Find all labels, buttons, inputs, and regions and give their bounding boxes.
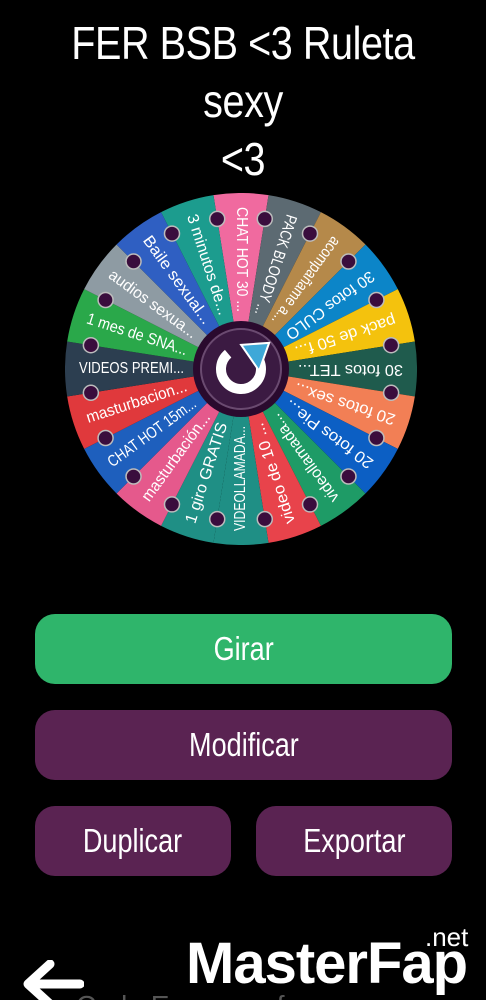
export-button[interactable]: Exportar — [256, 806, 452, 876]
title-line-1: FER BSB <3 Ruleta sexy — [71, 17, 415, 127]
modify-button-label: Modificar — [188, 726, 299, 763]
modify-button[interactable]: Modificar — [35, 710, 452, 780]
wheel-peg — [368, 429, 385, 447]
wheel-peg — [256, 210, 274, 228]
export-button-label: Exportar — [302, 822, 406, 859]
wheel-peg — [125, 468, 142, 485]
wheel-peg — [163, 496, 181, 513]
wheel-peg — [382, 336, 400, 354]
wheel-peg — [208, 510, 226, 528]
wheel-peg — [382, 384, 400, 402]
wheel-peg — [368, 291, 385, 309]
roulette-wheel[interactable]: CHAT HOT 30 ... PACK BLOODY ... acompañame… — [65, 193, 417, 545]
wheel-peg — [82, 384, 100, 402]
wheel-peg — [125, 253, 142, 270]
wheel-segment-label: CHAT HOT 30 ... — [233, 207, 250, 312]
spin-button-label: Girar — [213, 630, 274, 667]
wheel-peg — [97, 429, 114, 447]
wheel-peg — [163, 225, 181, 242]
wheel-segment-label: 30 fotos TET... — [298, 361, 403, 378]
duplicate-button[interactable]: Duplicar — [35, 806, 231, 876]
footer: Cada Escena, ¿fue... MasterFap .net — [0, 920, 486, 1000]
duplicate-button-label: Duplicar — [83, 822, 183, 859]
wheel-graphic[interactable]: CHAT HOT 30 ...PACK BLOODY ...acompañame… — [65, 193, 417, 545]
arrow-left-icon[interactable] — [20, 960, 84, 1000]
spin-button[interactable]: Girar — [35, 614, 452, 684]
wheel-peg — [97, 291, 114, 309]
wheel-peg — [208, 210, 226, 228]
wheel-segment-label: VIDEOLLAMADA... — [232, 426, 249, 531]
app-screen: FER BSB <3 Ruleta sexy <3 CHAT HOT 30 ..… — [0, 0, 486, 1000]
wheel-segment-label: VIDEOS PREMI... — [79, 360, 184, 377]
wheel-peg — [256, 510, 274, 528]
wheel-hub-inner[interactable] — [200, 328, 282, 410]
wheel-peg — [340, 468, 357, 485]
wheel-peg — [82, 336, 100, 354]
page-title: FER BSB <3 Ruleta sexy <3 — [43, 14, 444, 188]
wheel-peg — [301, 225, 319, 242]
watermark-suffix: .net — [425, 922, 469, 952]
wheel-peg — [301, 496, 319, 513]
wheel-peg — [340, 253, 357, 270]
title-line-2: <3 — [220, 133, 266, 185]
